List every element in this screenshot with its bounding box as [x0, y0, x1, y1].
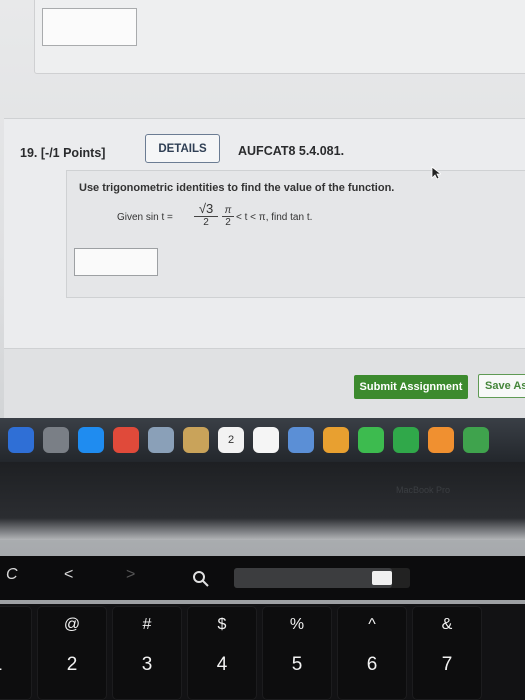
- key-1[interactable]: !1: [0, 606, 32, 700]
- key-main-label: 2: [66, 654, 78, 675]
- preview-icon[interactable]: [148, 427, 174, 453]
- photo-booth-icon[interactable]: [288, 427, 314, 453]
- submit-assignment-button[interactable]: Submit Assignment: [354, 375, 468, 399]
- forward-icon[interactable]: >: [126, 566, 135, 584]
- key-main-label: 7: [441, 654, 453, 675]
- scrubber-fill: [234, 568, 393, 588]
- key-shift-label: @: [63, 616, 81, 633]
- question-header: 19. [-/1 Points]: [20, 146, 105, 160]
- scrubber-thumb[interactable]: [372, 571, 393, 585]
- save-assignment-button[interactable]: Save As: [478, 374, 525, 398]
- details-button[interactable]: DETAILS: [145, 134, 220, 163]
- mouse-pointer-icon: [431, 166, 441, 180]
- key-main-label: 1: [0, 654, 32, 676]
- key-main-label: 6: [366, 654, 378, 675]
- macbook-label: MacBook Pro: [396, 485, 451, 495]
- notes-icon[interactable]: [183, 427, 209, 453]
- key-6[interactable]: ^ 6: [337, 606, 407, 700]
- back-icon[interactable]: <: [64, 566, 73, 584]
- launchpad-icon[interactable]: [43, 427, 69, 453]
- touchbar-scrubber[interactable]: [234, 568, 410, 588]
- laptop-bezel: [0, 462, 525, 542]
- key-3[interactable]: #3: [112, 606, 182, 700]
- messages-icon[interactable]: [358, 427, 384, 453]
- key-main-label: 4: [216, 654, 228, 675]
- given-label: Given sin t =: [117, 212, 173, 223]
- previous-answer-input[interactable]: [42, 8, 137, 46]
- browser-screen: 19. [-/1 Points] DETAILS AUFCAT8 5.4.081…: [0, 0, 525, 418]
- question-number: 19.: [20, 146, 38, 160]
- answer-input[interactable]: [74, 248, 158, 276]
- key-shift-label: $: [217, 616, 227, 633]
- photos-icon[interactable]: [323, 427, 349, 453]
- escape-key[interactable]: C: [6, 566, 18, 584]
- question-instruction: Use trigonometric identities to find the…: [79, 182, 395, 194]
- macos-dock: 2: [0, 418, 525, 462]
- fraction-numerator: √3: [194, 201, 218, 217]
- key-shift-label: !: [0, 616, 32, 634]
- fraction-numerator: π: [222, 205, 234, 217]
- numbers-icon[interactable]: [463, 427, 489, 453]
- facetime-icon[interactable]: [393, 427, 419, 453]
- key-shift-label: #: [142, 616, 152, 633]
- fraction-denominator: 2: [203, 217, 209, 228]
- key-main-label: 5: [291, 654, 303, 675]
- safari-icon[interactable]: [78, 427, 104, 453]
- key-2[interactable]: @2: [37, 606, 107, 700]
- key-5[interactable]: % 5: [262, 606, 332, 700]
- key-shift-label: %: [289, 616, 305, 633]
- key-shift-label: &: [441, 616, 453, 633]
- key-7[interactable]: & 7: [412, 606, 482, 700]
- key-4[interactable]: $4: [187, 606, 257, 700]
- question-code: AUFCAT8 5.4.081.: [238, 144, 345, 158]
- search-icon[interactable]: [192, 570, 210, 588]
- key-shift-label: ^: [368, 616, 376, 633]
- calendar-icon[interactable]: 2: [218, 427, 244, 453]
- siri-icon[interactable]: [8, 427, 34, 453]
- chrome-icon[interactable]: [113, 427, 139, 453]
- pages-icon[interactable]: [428, 427, 454, 453]
- interval-text: < t < π, find tan t.: [236, 212, 313, 223]
- sin-value-fraction: √3 2: [194, 201, 218, 228]
- reminders-icon[interactable]: [253, 427, 279, 453]
- interval-fraction: π 2: [222, 205, 234, 228]
- fraction-denominator: 2: [225, 217, 231, 228]
- question-points: [-/1 Points]: [40, 146, 106, 160]
- key-main-label: 3: [141, 654, 153, 675]
